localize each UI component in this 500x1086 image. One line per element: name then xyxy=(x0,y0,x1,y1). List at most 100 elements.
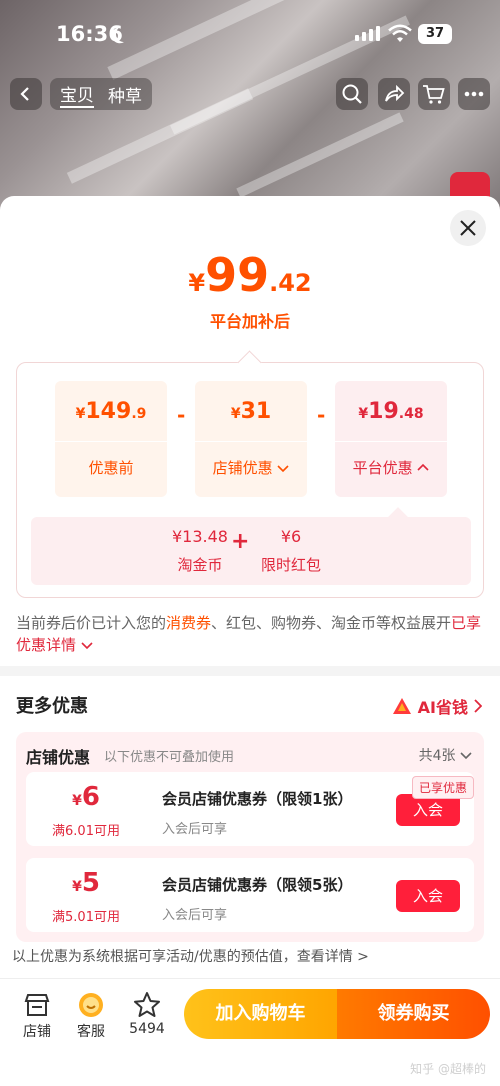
currency-symbol: ¥ xyxy=(230,406,241,422)
chevron-left-icon xyxy=(20,87,29,101)
currency-symbol: ¥ xyxy=(72,879,82,895)
store-entry[interactable]: 店铺 xyxy=(12,991,62,1041)
final-price-decimal: .42 xyxy=(269,269,312,297)
original-price-integer: 149 xyxy=(85,399,132,424)
original-price-value: ¥149.9 xyxy=(55,399,167,424)
store-coupons-title: 店铺优惠 xyxy=(26,748,91,767)
chevron-down-icon xyxy=(460,752,472,760)
coupon-card: ¥5 满5.01可用 会员店铺优惠券（限领5张） 入会后可享 入会 xyxy=(26,858,474,932)
coupon-name: 会员店铺优惠券（限领5张） xyxy=(162,876,353,894)
coupon-amount-value: 6 xyxy=(81,782,100,812)
store-coupons-hint: 以下优惠不可叠加使用 xyxy=(104,750,235,765)
original-price-decimal: .9 xyxy=(131,406,147,422)
minus-sign: - xyxy=(177,403,186,427)
customer-service-label: 客服 xyxy=(77,1024,105,1040)
store-discount-value: ¥31 xyxy=(195,399,307,424)
cart-button[interactable] xyxy=(418,78,450,110)
note-text-2: 、红包、购物券、淘金币等权益展开 xyxy=(211,614,452,632)
star-icon xyxy=(134,992,160,1017)
platform-discount-integer: 19 xyxy=(368,399,399,424)
watermark-text: 知乎 @超棒的 xyxy=(410,1062,486,1076)
platform-discount-label: 平台优惠 xyxy=(335,457,447,478)
platform-discount-value: ¥19.48 xyxy=(335,399,447,424)
store-coupons-count-text: 共4张 xyxy=(418,748,456,764)
coupon-desc: 入会后可享 xyxy=(162,822,228,837)
status-bar: 16:36 37 xyxy=(0,20,500,56)
customer-service-entry[interactable]: 客服 xyxy=(66,991,116,1041)
red-packet-value: ¥6 xyxy=(280,527,302,546)
favorite-count: 5494 xyxy=(129,1021,165,1037)
coupon-condition: 满5.01可用 xyxy=(52,910,120,925)
coupon-amount: ¥5 xyxy=(26,868,146,898)
add-to-cart-button[interactable]: 加入购物车 xyxy=(184,989,337,1039)
signal-icon xyxy=(355,26,380,41)
tab-item[interactable]: 宝贝 xyxy=(60,81,94,108)
more-dots-icon xyxy=(464,91,484,97)
original-price-label: 优惠前 xyxy=(88,459,134,477)
tao-coin-label: 淘金币 xyxy=(177,556,223,574)
platform-discount-label-text: 平台优惠 xyxy=(352,459,413,477)
nav-tabs: 宝贝 种草 xyxy=(50,78,152,110)
more-discounts-title: 更多优惠 xyxy=(16,696,88,717)
red-packet-label: 限时红包 xyxy=(260,556,321,574)
red-packet-item: ¥6 限时红包 xyxy=(251,527,331,575)
status-time: 16:36 xyxy=(56,22,123,46)
search-icon xyxy=(342,84,362,104)
final-price-caption: 平台加补后 xyxy=(209,312,290,331)
store-coupons-count[interactable]: 共4张 xyxy=(419,745,472,765)
section-divider xyxy=(0,666,500,676)
store-discount-label-text: 店铺优惠 xyxy=(212,459,273,477)
store-discount-label: 店铺优惠 xyxy=(195,457,307,478)
store-discount-box[interactable]: ¥31 店铺优惠 xyxy=(195,381,307,497)
battery-indicator: 37 xyxy=(418,24,452,44)
cart-icon xyxy=(423,85,445,104)
final-price: ¥99.42 xyxy=(0,248,500,302)
close-button[interactable] xyxy=(450,210,486,246)
consumption-coupon-link[interactable]: 消费券 xyxy=(166,614,211,632)
ai-logo-icon xyxy=(392,698,411,714)
search-button[interactable] xyxy=(336,78,368,110)
price-detail-sheet: ¥99.42 平台加补后 ¥149.9 优惠前 - ¥31 店铺优惠 - ¥19… xyxy=(0,196,500,1086)
discount-note: 当前券后价已计入您的消费券、红包、购物券、淘金币等权益展开已享优惠详情 xyxy=(16,612,484,656)
chevron-down-icon xyxy=(81,642,93,650)
price-breakdown: ¥149.9 优惠前 - ¥31 店铺优惠 - ¥19.48 平台优惠 ¥13.… xyxy=(16,362,484,598)
store-coupons-panel: 店铺优惠 以下优惠不可叠加使用 共4张 ¥6 满6.01可用 会员店铺优惠券（限… xyxy=(16,732,484,942)
customer-service-icon xyxy=(79,993,103,1017)
claim-coupon-buy-button[interactable]: 领券购买 xyxy=(337,989,490,1039)
minus-sign: - xyxy=(317,403,326,427)
more-button[interactable] xyxy=(458,78,490,110)
favorite-entry[interactable]: 5494 xyxy=(122,991,172,1037)
enjoyed-tag: 已享优惠 xyxy=(411,776,474,799)
platform-discount-detail: ¥13.48 淘金币 + ¥6 限时红包 xyxy=(31,517,471,585)
store-entry-label: 店铺 xyxy=(23,1024,51,1040)
tab-grass[interactable]: 种草 xyxy=(108,82,142,107)
store-icon xyxy=(24,994,50,1016)
estimate-disclaimer[interactable]: 以上优惠为系统根据可享活动/优惠的预估值，查看详情 > xyxy=(12,946,492,966)
ai-save-money-label: AI省钱 xyxy=(417,698,468,717)
plus-sign: + xyxy=(231,529,250,554)
currency-symbol: ¥ xyxy=(75,406,86,422)
platform-discount-box[interactable]: ¥19.48 平台优惠 xyxy=(335,381,447,497)
final-price-currency: ¥ xyxy=(188,269,206,297)
coupon-name: 会员店铺优惠券（限领1张） xyxy=(162,790,353,808)
store-discount-integer: 31 xyxy=(240,399,272,424)
coupon-card: ¥6 满6.01可用 会员店铺优惠券（限领1张） 入会后可享 入会 xyxy=(26,772,474,846)
chevron-down-icon xyxy=(277,465,289,473)
platform-discount-decimal: .48 xyxy=(398,406,424,422)
currency-symbol: ¥ xyxy=(72,793,82,809)
chevron-up-icon xyxy=(417,463,429,471)
currency-symbol: ¥ xyxy=(358,406,369,422)
join-member-button[interactable]: 入会 xyxy=(396,880,460,912)
final-price-integer: 99 xyxy=(205,248,270,302)
top-nav: 宝贝 种草 xyxy=(10,78,490,114)
share-icon xyxy=(385,84,405,102)
close-icon xyxy=(460,220,476,236)
ai-save-money-link[interactable]: AI省钱 xyxy=(392,694,482,718)
chevron-right-icon xyxy=(474,699,482,713)
coupon-desc: 入会后可享 xyxy=(162,908,228,923)
coupon-condition: 满6.01可用 xyxy=(52,824,120,839)
share-button[interactable] xyxy=(378,78,410,110)
note-text: 当前券后价已计入您的 xyxy=(16,614,167,632)
coupon-amount-value: 5 xyxy=(81,868,100,898)
back-button[interactable] xyxy=(10,78,42,110)
